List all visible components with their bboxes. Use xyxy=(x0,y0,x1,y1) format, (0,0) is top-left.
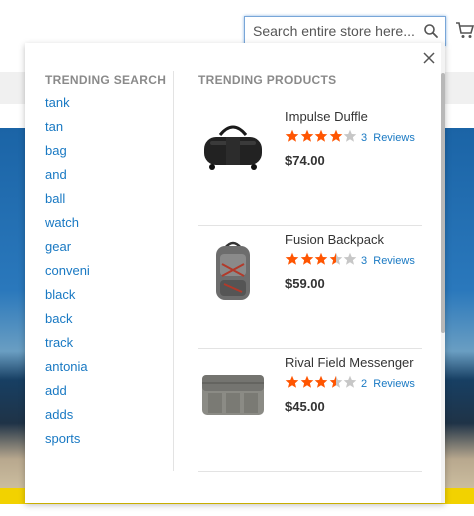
review-count: 3 xyxy=(361,132,368,144)
search-term-link[interactable]: and xyxy=(45,167,90,191)
reviews-label: Reviews xyxy=(373,132,415,144)
rating-stars xyxy=(285,252,358,268)
review-count: 3 xyxy=(361,255,368,267)
search-term-link[interactable]: gear xyxy=(45,239,90,263)
trending-products-title: TRENDING PRODUCTS xyxy=(198,73,337,87)
reviews-link[interactable]: 3 Reviews xyxy=(361,255,415,267)
star-icon xyxy=(314,129,328,142)
product-item[interactable]: Fusion Backpack 3 Reviews $59.00 xyxy=(198,226,422,349)
star-icon xyxy=(300,129,313,142)
search-term-link[interactable]: watch xyxy=(45,215,90,239)
search-term-link[interactable]: add xyxy=(45,383,90,407)
star-icon xyxy=(343,252,357,265)
product-name-link[interactable]: Rival Field Messenger xyxy=(285,355,414,370)
star-icon xyxy=(343,375,357,388)
product-item[interactable]: Impulse Duffle 3 Reviews $74.00 xyxy=(198,103,422,226)
rating-stars xyxy=(285,375,358,391)
search-term-link[interactable]: tan xyxy=(45,119,90,143)
reviews-link[interactable]: 3 Reviews xyxy=(361,132,415,144)
product-price: $45.00 xyxy=(285,399,325,414)
search-term-link[interactable]: conveni xyxy=(45,263,90,287)
product-image-duffle-bag[interactable] xyxy=(198,111,268,183)
reviews-label: Reviews xyxy=(373,378,415,390)
star-icon xyxy=(314,375,328,388)
star-icon xyxy=(343,129,357,142)
star-icon xyxy=(329,375,342,388)
product-name-link[interactable]: Fusion Backpack xyxy=(285,232,384,247)
search-input[interactable] xyxy=(245,17,415,45)
search-term-link[interactable]: bag xyxy=(45,143,90,167)
search-term-link[interactable]: adds xyxy=(45,407,90,431)
search-icon[interactable] xyxy=(423,23,439,39)
search-box xyxy=(244,16,446,46)
product-image-backpack[interactable] xyxy=(198,234,268,306)
product-name-link[interactable]: Impulse Duffle xyxy=(285,109,368,124)
star-icon xyxy=(285,129,299,142)
star-icon xyxy=(329,129,342,142)
product-price: $74.00 xyxy=(285,153,325,168)
star-icon xyxy=(314,252,328,265)
search-autocomplete-dropdown: TRENDING SEARCH TRENDING PRODUCTS tank t… xyxy=(25,43,445,503)
search-term-link[interactable]: ball xyxy=(45,191,90,215)
search-term-link[interactable]: tank xyxy=(45,95,90,119)
close-icon[interactable] xyxy=(422,51,436,65)
trending-products-list: Impulse Duffle 3 Reviews $74.00 Fusion B… xyxy=(198,103,422,472)
cart-icon[interactable] xyxy=(455,20,474,40)
product-image-messenger-bag[interactable] xyxy=(198,357,268,429)
search-term-link[interactable]: antonia xyxy=(45,359,90,383)
column-divider xyxy=(173,71,174,471)
reviews-link[interactable]: 2 Reviews xyxy=(361,378,415,390)
search-term-link[interactable]: track xyxy=(45,335,90,359)
review-count: 2 xyxy=(361,378,368,390)
scrollbar-thumb[interactable] xyxy=(441,73,445,333)
star-icon xyxy=(285,375,299,388)
search-term-link[interactable]: sports xyxy=(45,431,90,455)
product-price: $59.00 xyxy=(285,276,325,291)
reviews-label: Reviews xyxy=(373,255,415,267)
trending-search-title: TRENDING SEARCH xyxy=(45,73,167,87)
star-icon xyxy=(300,252,313,265)
product-item[interactable]: Rival Field Messenger 2 Reviews $45.00 xyxy=(198,349,422,472)
star-icon xyxy=(285,252,299,265)
rating-stars xyxy=(285,129,358,145)
star-icon xyxy=(300,375,313,388)
star-icon xyxy=(329,252,342,265)
trending-search-list: tank tan bag and ball watch gear conveni… xyxy=(45,95,90,455)
scrollbar[interactable] xyxy=(441,43,445,503)
search-term-link[interactable]: back xyxy=(45,311,90,335)
search-term-link[interactable]: black xyxy=(45,287,90,311)
